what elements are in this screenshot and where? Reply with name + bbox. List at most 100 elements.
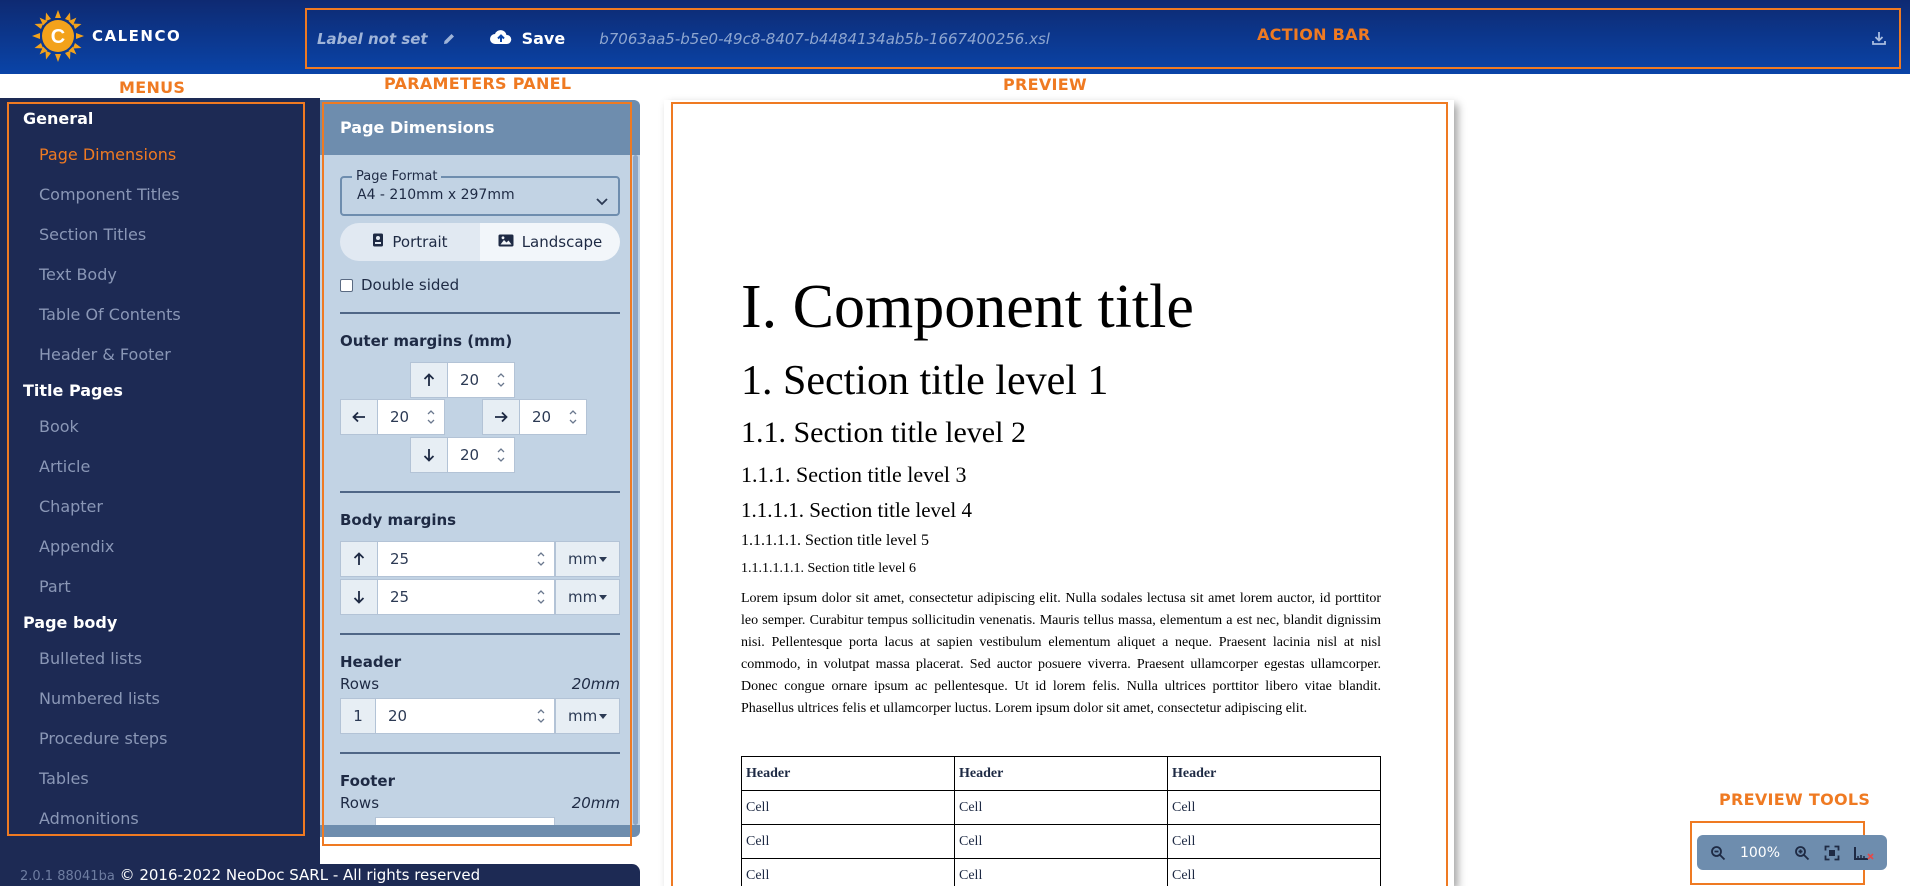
action-bar: Label not set Save b7063aa5-b5e0-49c8-84… [305, 8, 1901, 69]
double-sided-checkbox[interactable] [340, 278, 353, 292]
body-margin-bottom-unit-select[interactable]: mm [555, 579, 620, 615]
annotation-menus: MENUS [119, 78, 186, 97]
table-row: Cell Cell Cell [741, 790, 1381, 825]
menu-item-page-dimensions[interactable]: Page Dimensions [8, 135, 304, 175]
unit-label: mm [568, 707, 598, 725]
table-cell: Cell [741, 858, 955, 886]
menu-item-admonitions[interactable]: Admonitions [8, 799, 304, 839]
landscape-button[interactable]: Landscape [480, 223, 620, 261]
page-format-select[interactable]: Page Format A4 - 210mm x 297mm [340, 169, 620, 216]
stepper-icon[interactable] [536, 550, 546, 568]
header-unit-select[interactable]: mm [555, 698, 620, 734]
annotation-preview-tools: PREVIEW TOOLS [1719, 790, 1871, 809]
top-bar: C CALENCO Label not set Save b7063aa5-b5… [0, 0, 1910, 74]
divider [340, 752, 620, 754]
outer-margin-left-input[interactable]: 20 [377, 399, 445, 435]
zoom-out-icon[interactable] [1710, 845, 1726, 861]
menu-list: General Page Dimensions Component Titles… [8, 103, 304, 836]
table-row: Cell Cell Cell [741, 858, 1381, 886]
menu-group-page-body: Page body [23, 613, 118, 632]
filename: b7063aa5-b5e0-49c8-8407-b4484134ab5b-166… [599, 29, 1050, 48]
stepper-icon[interactable] [496, 446, 506, 464]
footer-rows-value: 20mm [571, 794, 620, 812]
stepper-icon[interactable] [568, 408, 578, 426]
body-margin-top-input[interactable]: 25 [377, 541, 555, 577]
table-cell: Cell [1167, 824, 1381, 859]
menu-item-numbered-lists[interactable]: Numbered lists [8, 679, 304, 719]
menu-item-table-of-contents[interactable]: Table Of Contents [8, 295, 304, 335]
ruler-icon[interactable] [1853, 845, 1874, 861]
version-label: 2.0.1 88041ba [20, 869, 115, 884]
double-sided-row: Double sided [340, 276, 459, 294]
outer-margin-right-input[interactable]: 20 [519, 399, 587, 435]
portrait-icon [372, 233, 384, 251]
brand-name: CALENCO [92, 27, 182, 45]
table-cell: Cell [954, 824, 1168, 859]
menu-item-procedure-steps[interactable]: Procedure steps [8, 719, 304, 759]
preview-table: Header Header Header Cell Cell Cell Cell… [741, 756, 1381, 886]
menu-item-bulleted-lists[interactable]: Bulleted lists [8, 639, 304, 679]
table-cell: Cell [1167, 790, 1381, 825]
divider [340, 633, 620, 635]
chevron-down-icon [596, 191, 608, 210]
table-cell: Cell [954, 790, 1168, 825]
footer-rows-label: Rows [340, 794, 380, 812]
zoom-in-icon[interactable] [1794, 845, 1810, 861]
table-header-row: Header Header Header [741, 756, 1381, 791]
stepper-icon[interactable] [536, 707, 546, 725]
divider [340, 312, 620, 314]
menu-item-appendix[interactable]: Appendix [8, 527, 304, 567]
header-row-index: 1 [340, 698, 376, 734]
menu-item-component-titles[interactable]: Component Titles [8, 175, 304, 215]
table-cell: Cell [1167, 858, 1381, 886]
landscape-label: Landscape [521, 233, 603, 251]
stepper-icon[interactable] [536, 588, 546, 606]
menu-item-chapter[interactable]: Chapter [8, 487, 304, 527]
menu-item-book[interactable]: Book [8, 407, 304, 447]
table-header-cell: Header [741, 756, 955, 791]
header-title: Header [340, 653, 402, 671]
footer-title: Footer [340, 772, 395, 790]
menu-item-article[interactable]: Article [8, 447, 304, 487]
body-margin-bottom-input[interactable]: 25 [377, 579, 555, 615]
preview-body-text: Lorem ipsum dolor sit amet, consectetur … [741, 591, 1381, 716]
menu-item-section-titles[interactable]: Section Titles [8, 215, 304, 255]
outer-margins-title: Outer margins (mm) [340, 332, 513, 350]
menu-item-tables[interactable]: Tables [8, 759, 304, 799]
outer-margin-top-input[interactable]: 20 [447, 362, 515, 398]
annotation-action-bar: ACTION BAR [1257, 25, 1371, 44]
table-cell: Cell [741, 824, 955, 859]
document-label[interactable]: Label not set [317, 30, 428, 48]
logo: C CALENCO [30, 8, 181, 64]
outer-margin-bottom-input[interactable]: 20 [447, 437, 515, 473]
header-rows-label: Rows [340, 675, 380, 693]
page-format-legend: Page Format [352, 169, 442, 184]
panel-scrollbar[interactable] [633, 155, 638, 825]
stepper-icon[interactable] [426, 408, 436, 426]
arrow-down-icon [340, 579, 378, 615]
save-button[interactable]: Save [489, 29, 565, 49]
download-icon[interactable] [1871, 30, 1887, 46]
menu-item-part[interactable]: Part [8, 567, 304, 607]
fit-screen-icon[interactable] [1824, 845, 1840, 861]
orientation-toggle: Portrait Landscape [340, 223, 620, 261]
annotation-parameters-panel: PARAMETERS PANEL [384, 74, 572, 93]
body-margin-bottom-value: 25 [390, 588, 410, 606]
preview-toolbar: 100% [1697, 835, 1887, 870]
zoom-level: 100% [1739, 844, 1780, 861]
pencil-icon[interactable] [442, 32, 456, 46]
menu-item-text-body[interactable]: Text Body [8, 255, 304, 295]
panel-bottom-bar [320, 825, 640, 837]
menu-item-header-footer[interactable]: Header & Footer [8, 335, 304, 375]
header-row-height-input[interactable]: 20 [375, 698, 555, 734]
table-header-cell: Header [1167, 756, 1381, 791]
portrait-button[interactable]: Portrait [340, 223, 480, 261]
body-margin-top-unit-select[interactable]: mm [555, 541, 620, 577]
panel-title: Page Dimensions [320, 100, 640, 155]
svg-text:C: C [51, 26, 65, 48]
double-sided-label: Double sided [361, 276, 460, 294]
unit-label: mm [568, 550, 598, 568]
stepper-icon[interactable] [496, 371, 506, 389]
outer-margin-top-value: 20 [460, 371, 480, 389]
app-footer: 2.0.1 88041ba © 2016-2022 NeoDoc SARL - … [0, 864, 640, 886]
